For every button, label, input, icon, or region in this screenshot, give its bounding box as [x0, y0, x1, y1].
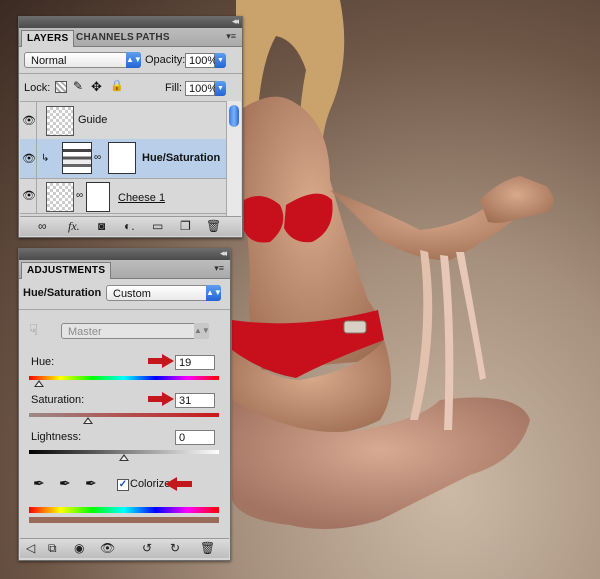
- collapse-icon[interactable]: ◂◂: [220, 248, 227, 259]
- adjustment-title: Hue/Saturation: [23, 287, 102, 299]
- saturation-label: Saturation:: [31, 394, 85, 406]
- saturation-field[interactable]: 31: [175, 393, 215, 408]
- new-layer-icon[interactable]: ❐: [180, 219, 191, 233]
- layer-row-cheese-1[interactable]: 👁 ∞ Cheese 1: [20, 179, 240, 214]
- visibility-eye-icon[interactable]: 👁: [20, 179, 37, 213]
- adjustment-layer-thumbnail: [62, 142, 92, 174]
- lightness-label: Lightness:: [31, 431, 82, 443]
- layer-name: Guide: [78, 114, 108, 126]
- channel-select[interactable]: Master ▲▼: [61, 323, 210, 339]
- layer-thumbnail: [46, 182, 74, 212]
- input-spectrum-bar: [29, 507, 219, 513]
- adjustments-panel: ◂◂ ADJUSTMENTS ▾≡ Hue/Saturation Custom …: [18, 248, 231, 561]
- chevron-down-icon: ▲▼: [126, 52, 142, 68]
- blend-mode-select[interactable]: Normal ▲▼: [24, 52, 142, 68]
- tab-layers[interactable]: LAYERS: [21, 30, 75, 47]
- collapse-icon[interactable]: ◂◂: [232, 16, 239, 27]
- trash-icon[interactable]: 🗑: [200, 541, 215, 555]
- opacity-field[interactable]: 100%: [185, 53, 217, 68]
- layers-scrollbar[interactable]: [226, 101, 241, 216]
- fx-icon[interactable]: fx.: [68, 219, 80, 234]
- colorize-checkbox[interactable]: ✓: [117, 479, 129, 491]
- chain-link-icon[interactable]: ∞: [76, 190, 83, 201]
- targeted-adjustment-hand-icon[interactable]: ☟: [29, 321, 38, 339]
- adjustments-bottom-toolbar: ◁ ⧉ ◉ 👁 ↺ ↻ 🗑: [20, 538, 229, 558]
- lock-position-icon[interactable]: ✥: [91, 79, 102, 95]
- layers-bottom-toolbar: ∞ fx. ◙ ◐. ▭ ❐ 🗑: [20, 216, 241, 236]
- hue-field[interactable]: 19: [175, 355, 215, 370]
- lightness-slider-knob[interactable]: [119, 454, 129, 461]
- hue-annotation-arrow: [148, 354, 174, 368]
- refresh-icon[interactable]: ↻: [170, 541, 180, 555]
- view-previous-icon[interactable]: ◉: [74, 541, 84, 555]
- layer-thumbnail: [46, 106, 74, 136]
- fill-label: Fill:: [165, 82, 183, 94]
- clip-arrow-icon: ↳: [41, 153, 50, 164]
- chain-link-icon[interactable]: ∞: [94, 152, 101, 163]
- layer-name: Cheese 1: [118, 192, 166, 204]
- eyedropper-minus-icon[interactable]: ✒: [85, 475, 97, 492]
- adjustment-icon[interactable]: ◐.: [124, 219, 135, 233]
- visibility-icon[interactable]: 👁: [100, 541, 115, 555]
- layers-panel: ◂◂ LAYERS CHANNELS PATHS ▾≡ Normal ▲▼ Op…: [18, 16, 243, 238]
- tab-channels[interactable]: CHANNELS: [71, 30, 139, 46]
- saturation-slider[interactable]: [29, 413, 219, 417]
- chevron-down-icon: ▲▼: [206, 285, 222, 301]
- tab-adjustments[interactable]: ADJUSTMENTS: [21, 262, 112, 279]
- eyedropper-plus-icon[interactable]: ✒: [59, 475, 71, 492]
- output-colorize-bar: [29, 517, 219, 523]
- scrollbar-thumb[interactable]: [229, 105, 239, 127]
- layer-row-guide[interactable]: 👁 Guide: [20, 101, 240, 140]
- panel-grip[interactable]: ◂◂: [19, 248, 230, 260]
- layers-tabbar: LAYERS CHANNELS PATHS ▾≡: [19, 28, 242, 47]
- hue-slider-knob[interactable]: [33, 380, 44, 387]
- reset-icon[interactable]: ↺: [142, 541, 152, 555]
- back-icon[interactable]: ◁: [26, 541, 35, 555]
- lock-label: Lock:: [24, 82, 51, 94]
- blend-mode-value: Normal: [31, 55, 67, 67]
- layer-mask-thumbnail: [108, 142, 136, 174]
- preset-value: Custom: [113, 288, 151, 300]
- opacity-label: Opacity:: [145, 54, 186, 66]
- panel-grip[interactable]: ◂◂: [19, 16, 242, 28]
- link-icon[interactable]: ∞: [38, 219, 47, 233]
- saturation-annotation-arrow: [148, 392, 174, 406]
- tab-paths[interactable]: PATHS: [131, 30, 175, 46]
- lock-transparency-icon[interactable]: [55, 81, 67, 93]
- opacity-dropdown-icon[interactable]: ▼: [215, 53, 226, 68]
- hue-slider[interactable]: [29, 376, 219, 380]
- layer-row-hue-saturation[interactable]: 👁 ↳ ∞ Hue/Saturation: [20, 139, 240, 179]
- folder-icon[interactable]: ▭: [152, 219, 163, 233]
- visibility-eye-icon[interactable]: 👁: [20, 102, 37, 139]
- mask-icon[interactable]: ◙: [98, 219, 105, 233]
- lock-pixels-icon[interactable]: ✎: [73, 79, 83, 93]
- fill-field[interactable]: 100%: [185, 81, 217, 96]
- adjustments-tabbar: ADJUSTMENTS ▾≡: [19, 260, 230, 279]
- lock-all-icon[interactable]: 🔒: [110, 79, 124, 92]
- colorize-annotation-arrow: [165, 477, 192, 491]
- hue-label: Hue:: [31, 356, 55, 368]
- preset-select[interactable]: Custom ▲▼: [106, 285, 222, 301]
- lightness-field[interactable]: 0: [175, 430, 215, 445]
- panel-menu-icon[interactable]: ▾≡: [226, 31, 236, 42]
- chevron-updown-icon: ▲▼: [194, 323, 210, 339]
- layer-mask-thumbnail: [86, 182, 110, 212]
- saturation-slider-knob[interactable]: [82, 417, 93, 424]
- channel-value: Master: [68, 326, 102, 338]
- visibility-eye-icon[interactable]: 👁: [20, 139, 37, 178]
- panel-menu-icon[interactable]: ▾≡: [214, 263, 224, 274]
- clip-icon[interactable]: ⧉: [48, 541, 57, 556]
- fill-dropdown-icon[interactable]: ▼: [215, 81, 226, 96]
- layer-name: Hue/Saturation: [142, 152, 221, 164]
- trash-icon[interactable]: 🗑: [206, 219, 221, 233]
- eyedropper-icon[interactable]: ✒: [33, 475, 45, 492]
